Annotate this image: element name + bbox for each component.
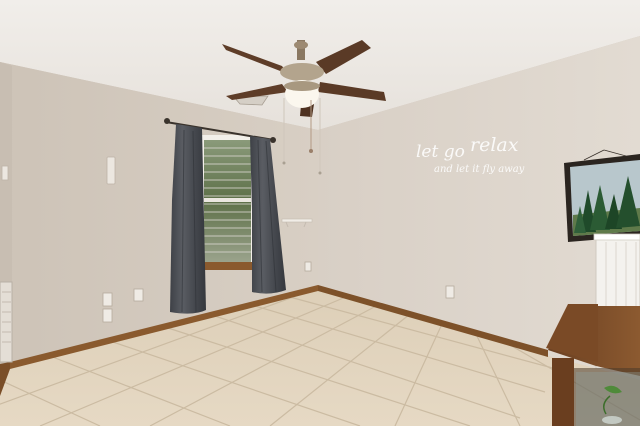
decal-line-relax: relax (470, 134, 519, 156)
side-switch (1, 165, 9, 181)
curtain-left (170, 124, 206, 314)
rod-finial-right (270, 137, 276, 143)
wall-shelf (281, 218, 313, 223)
window (198, 135, 256, 270)
light-switch (106, 156, 116, 185)
wall-decal: let go relax and let it fly away (398, 130, 524, 190)
rod-finial-left (164, 118, 170, 124)
empty-room-photo: let go relax and let it fly away (0, 0, 640, 426)
wooden-console (546, 304, 640, 426)
decal-line-fly-away: and let it fly away (434, 164, 525, 175)
room-illustration (0, 0, 640, 426)
forest-painting (564, 149, 640, 242)
decal-line-let-go: let go (416, 142, 465, 162)
